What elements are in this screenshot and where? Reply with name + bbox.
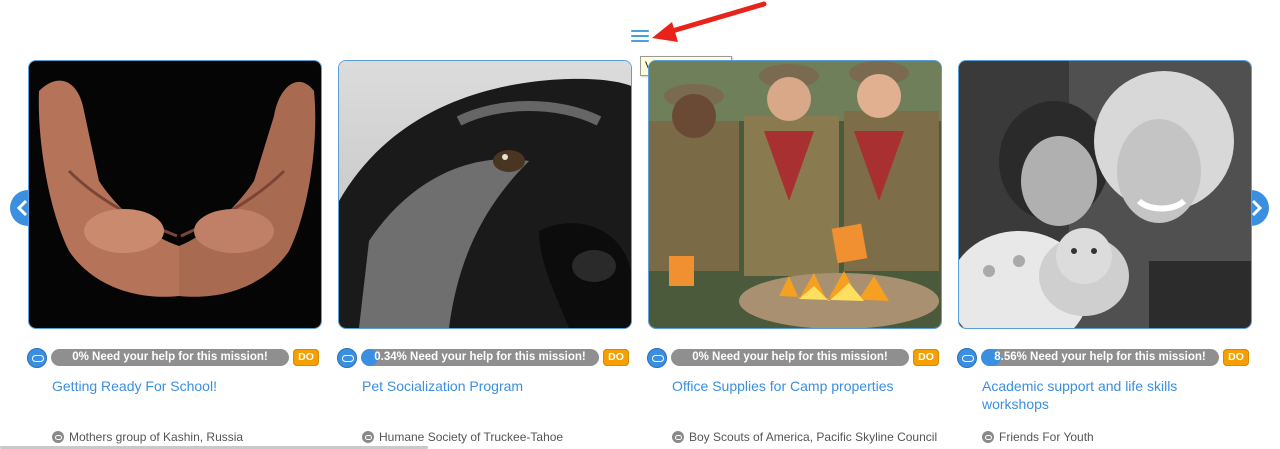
org-row: Humane Society of Truckee-Tahoe xyxy=(362,430,642,446)
boy-scouts-campfire-photo[interactable] xyxy=(648,60,942,329)
org-icon xyxy=(672,431,684,443)
dog-close-up-photo[interactable] xyxy=(338,60,632,329)
cupped-hands-photo[interactable] xyxy=(28,60,322,329)
wishlist-card: 0.34% Need your help for this mission! D… xyxy=(337,60,633,449)
wishlist-circle-icon[interactable] xyxy=(647,348,667,368)
progress-text: 0.34% Need your help for this mission! xyxy=(374,351,586,363)
progress-row: 0.34% Need your help for this mission! D… xyxy=(337,348,633,368)
progress-bar: 0.34% Need your help for this mission! xyxy=(361,349,599,366)
girl-and-woman-with-plush-photo[interactable] xyxy=(958,60,1252,329)
wishlist-circle-icon[interactable] xyxy=(337,348,357,368)
wishlist-card: 0% Need your help for this mission! DO G… xyxy=(27,60,323,449)
org-icon xyxy=(52,431,64,443)
org-row: Friends For Youth xyxy=(982,430,1262,446)
org-name[interactable]: Friends For Youth xyxy=(999,430,1094,445)
wishlist-circle-icon[interactable] xyxy=(27,348,47,368)
wishlist-circle-icon[interactable] xyxy=(957,348,977,368)
wishlist-title[interactable]: Pet Socialization Program xyxy=(362,377,622,395)
do-button[interactable]: DO xyxy=(603,349,629,366)
org-row: Boy Scouts of America, Pacific Skyline C… xyxy=(672,430,952,446)
progress-row: 0% Need your help for this mission! DO xyxy=(647,348,943,368)
red-annotation-arrow xyxy=(652,1,767,42)
wishlist-title[interactable]: Office Supplies for Camp properties xyxy=(672,377,932,395)
do-button[interactable]: DO xyxy=(913,349,939,366)
wishlist-card: 0% Need your help for this mission! DO O… xyxy=(647,60,943,449)
progress-text: 0% Need your help for this mission! xyxy=(692,351,888,363)
wishlist-title[interactable]: Academic support and life skills worksho… xyxy=(982,377,1242,413)
progress-bar: 8.56% Need your help for this mission! xyxy=(981,349,1219,366)
do-button[interactable]: DO xyxy=(293,349,319,366)
progress-bar: 0% Need your help for this mission! xyxy=(51,349,289,366)
progress-row: 0% Need your help for this mission! DO xyxy=(27,348,323,368)
wishlist-title[interactable]: Getting Ready For School! xyxy=(52,377,312,395)
progress-row: 8.56% Need your help for this mission! D… xyxy=(957,348,1253,368)
progress-text: 0% Need your help for this mission! xyxy=(72,351,268,363)
org-row: Mothers group of Kashin, Russia xyxy=(52,430,332,446)
org-name[interactable]: Mothers group of Kashin, Russia xyxy=(69,430,243,445)
org-icon xyxy=(362,431,374,443)
hamburger-menu-icon[interactable] xyxy=(631,30,649,44)
org-icon xyxy=(982,431,994,443)
org-name[interactable]: Boy Scouts of America, Pacific Skyline C… xyxy=(689,430,937,445)
wishlist-card: 8.56% Need your help for this mission! D… xyxy=(957,60,1253,449)
progress-bar: 0% Need your help for this mission! xyxy=(671,349,909,366)
org-name[interactable]: Humane Society of Truckee-Tahoe xyxy=(379,430,563,445)
progress-text: 8.56% Need your help for this mission! xyxy=(994,351,1206,363)
do-button[interactable]: DO xyxy=(1223,349,1249,366)
